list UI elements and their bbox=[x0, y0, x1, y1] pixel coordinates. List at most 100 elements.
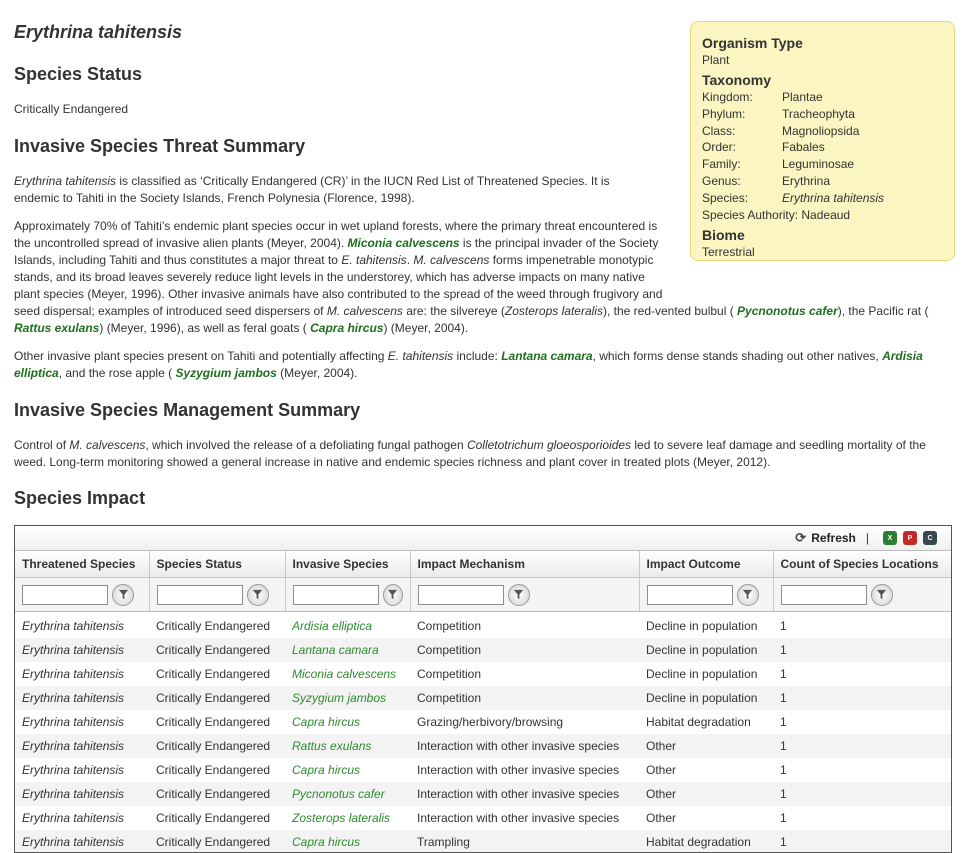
filter-icon[interactable] bbox=[508, 584, 530, 606]
table-cell: Erythrina tahitensis bbox=[15, 734, 149, 758]
table-cell: Capra hircus bbox=[285, 758, 410, 782]
taxonomy-key: Family: bbox=[702, 156, 782, 173]
column-header[interactable]: Count of Species Locations bbox=[773, 551, 951, 578]
column-filter-input[interactable] bbox=[157, 585, 243, 605]
taxonomy-row: Species:Erythrina tahitensis bbox=[702, 190, 942, 207]
invasive-species-link[interactable]: Zosterops lateralis bbox=[292, 811, 390, 825]
table-cell: Erythrina tahitensis bbox=[15, 612, 149, 639]
invasive-species-link[interactable]: Rattus exulans bbox=[292, 739, 371, 753]
table-body: Erythrina tahitensisCritically Endangere… bbox=[15, 612, 951, 853]
threat-summary-heading: Invasive Species Threat Summary bbox=[14, 136, 305, 157]
table-row: Erythrina tahitensisCritically Endangere… bbox=[15, 782, 951, 806]
table-cell: Erythrina tahitensis bbox=[15, 782, 149, 806]
taxonomy-key: Species: bbox=[702, 190, 782, 207]
taxonomy-key: Class: bbox=[702, 123, 782, 140]
filter-icon[interactable] bbox=[383, 584, 403, 606]
taxonomy-value: Magnoliopsida bbox=[782, 123, 859, 140]
filter-control bbox=[157, 584, 278, 606]
table-cell: Erythrina tahitensis bbox=[15, 830, 149, 853]
taxonomy-row: Order:Fabales bbox=[702, 139, 942, 156]
table-cell: Other bbox=[639, 758, 773, 782]
species-link[interactable]: Syzygium jambos bbox=[175, 366, 276, 380]
table-cell: Competition bbox=[410, 662, 639, 686]
column-filter-input[interactable] bbox=[781, 585, 867, 605]
species-link[interactable]: Pycnonotus cafer bbox=[737, 304, 838, 318]
table-cell: 1 bbox=[773, 710, 951, 734]
taxonomy-list: Kingdom:PlantaePhylum:TracheophytaClass:… bbox=[702, 89, 942, 207]
species-link[interactable]: Rattus exulans bbox=[14, 321, 99, 335]
excel-export-icon[interactable]: X bbox=[883, 531, 897, 545]
table-cell: Capra hircus bbox=[285, 830, 410, 853]
table-cell: Critically Endangered bbox=[149, 734, 285, 758]
invasive-species-link[interactable]: Pycnonotus cafer bbox=[292, 787, 385, 801]
filter-icon[interactable] bbox=[112, 584, 134, 606]
column-filter-input[interactable] bbox=[647, 585, 733, 605]
table-cell: Other bbox=[639, 734, 773, 758]
species-link[interactable]: Miconia calvescens bbox=[348, 236, 460, 250]
table-row: Erythrina tahitensisCritically Endangere… bbox=[15, 758, 951, 782]
organism-type-value: Plant bbox=[702, 52, 942, 69]
invasive-species-link[interactable]: Capra hircus bbox=[292, 835, 360, 849]
filter-control bbox=[647, 584, 766, 606]
table-cell: Pycnonotus cafer bbox=[285, 782, 410, 806]
table-cell: Rattus exulans bbox=[285, 734, 410, 758]
table-cell: Interaction with other invasive species bbox=[410, 734, 639, 758]
taxonomy-key: Kingdom: bbox=[702, 89, 782, 106]
table-cell: Critically Endangered bbox=[149, 758, 285, 782]
invasive-species-link[interactable]: Lantana camara bbox=[292, 643, 379, 657]
filter-icon[interactable] bbox=[247, 584, 269, 606]
table-cell: 1 bbox=[773, 612, 951, 639]
table-row: Erythrina tahitensisCritically Endangere… bbox=[15, 662, 951, 686]
table-cell: Critically Endangered bbox=[149, 806, 285, 830]
table-filter-row bbox=[15, 578, 951, 612]
table-cell: Critically Endangered bbox=[149, 830, 285, 853]
filter-control bbox=[22, 584, 142, 606]
table-cell: Trampling bbox=[410, 830, 639, 853]
species-link[interactable]: Capra hircus bbox=[310, 321, 383, 335]
table-row: Erythrina tahitensisCritically Endangere… bbox=[15, 686, 951, 710]
invasive-species-link[interactable]: Ardisia elliptica bbox=[292, 619, 372, 633]
taxonomy-heading: Taxonomy bbox=[702, 71, 942, 89]
table-cell: Ardisia elliptica bbox=[285, 612, 410, 639]
filter-control bbox=[293, 584, 403, 606]
species-status-value: Critically Endangered bbox=[14, 101, 128, 118]
filter-cell bbox=[410, 578, 639, 612]
filter-icon[interactable] bbox=[871, 584, 893, 606]
table-cell: Decline in population bbox=[639, 612, 773, 639]
csv-export-icon[interactable]: C bbox=[923, 531, 937, 545]
table-cell: Interaction with other invasive species bbox=[410, 782, 639, 806]
invasive-species-link[interactable]: Miconia calvescens bbox=[292, 667, 396, 681]
column-header[interactable]: Threatened Species bbox=[15, 551, 149, 578]
species-link[interactable]: Lantana camara bbox=[501, 349, 592, 363]
table-cell: Critically Endangered bbox=[149, 710, 285, 734]
biome-heading: Biome bbox=[702, 226, 942, 244]
refresh-label: Refresh bbox=[811, 531, 856, 545]
species-infobox: Organism Type Plant Taxonomy Kingdom:Pla… bbox=[690, 21, 955, 261]
table-cell: Erythrina tahitensis bbox=[15, 710, 149, 734]
column-filter-input[interactable] bbox=[418, 585, 504, 605]
column-header[interactable]: Impact Mechanism bbox=[410, 551, 639, 578]
column-filter-input[interactable] bbox=[293, 585, 379, 605]
invasive-species-link[interactable]: Syzygium jambos bbox=[292, 691, 386, 705]
column-filter-input[interactable] bbox=[22, 585, 108, 605]
column-header[interactable]: Invasive Species bbox=[285, 551, 410, 578]
species-impact-grid: ⟳ Refresh | X P C Threatened SpeciesSpec… bbox=[14, 525, 952, 853]
taxonomy-value: Erythrina tahitensis bbox=[782, 190, 884, 207]
taxonomy-value: Erythrina bbox=[782, 173, 830, 190]
column-header[interactable]: Impact Outcome bbox=[639, 551, 773, 578]
table-cell: Critically Endangered bbox=[149, 638, 285, 662]
table-row: Erythrina tahitensisCritically Endangere… bbox=[15, 612, 951, 639]
table-cell: Erythrina tahitensis bbox=[15, 662, 149, 686]
grid-toolbar: ⟳ Refresh | X P C bbox=[15, 526, 951, 551]
invasive-species-link[interactable]: Capra hircus bbox=[292, 763, 360, 777]
filter-icon[interactable] bbox=[737, 584, 759, 606]
pdf-export-icon[interactable]: P bbox=[903, 531, 917, 545]
table-cell: 1 bbox=[773, 662, 951, 686]
table-row: Erythrina tahitensisCritically Endangere… bbox=[15, 638, 951, 662]
column-header[interactable]: Species Status bbox=[149, 551, 285, 578]
refresh-button[interactable]: ⟳ Refresh bbox=[795, 530, 856, 546]
table-cell: 1 bbox=[773, 734, 951, 758]
invasive-species-link[interactable]: Capra hircus bbox=[292, 715, 360, 729]
species-status-heading: Species Status bbox=[14, 64, 142, 85]
table-cell: 1 bbox=[773, 782, 951, 806]
